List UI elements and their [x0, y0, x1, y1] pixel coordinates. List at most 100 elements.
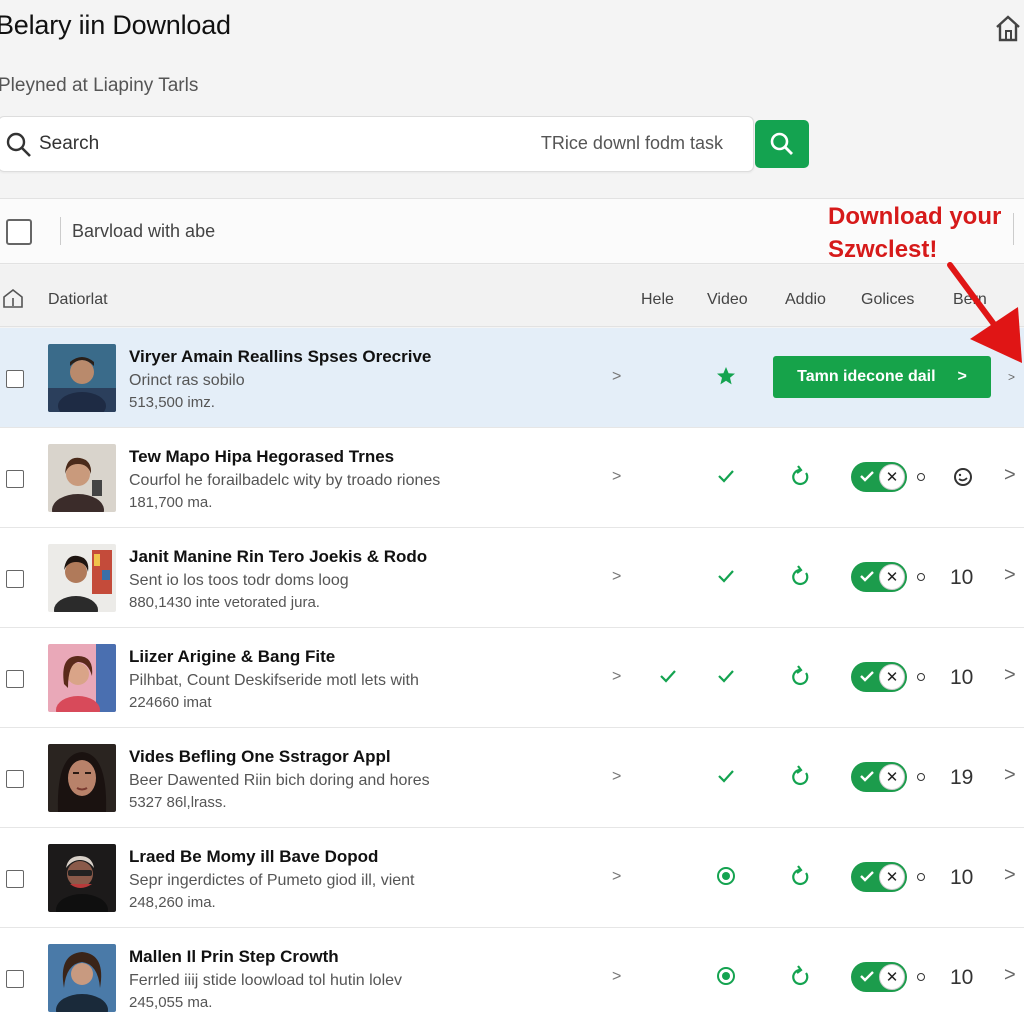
search-button[interactable]: [755, 120, 809, 168]
row-title: Janit Manine Rin Tero Joekis & Rodo: [129, 547, 428, 566]
table-row[interactable]: Lraed Be Momy ill Bave Dopod Sepr ingerd…: [0, 828, 1024, 928]
check-icon: [860, 871, 874, 882]
row-checkbox[interactable]: [6, 770, 24, 788]
video-thumbnail[interactable]: [48, 944, 116, 1012]
download-toggle[interactable]: ✕: [851, 562, 907, 592]
row-checkbox[interactable]: [6, 370, 24, 388]
video-thumbnail[interactable]: [48, 444, 116, 512]
chevron-right-icon[interactable]: >: [1004, 764, 1016, 787]
table-row[interactable]: Janit Manine Rin Tero Joekis & Rodo Sent…: [0, 528, 1024, 628]
item-count: 10: [950, 666, 974, 689]
star-icon[interactable]: [716, 366, 736, 386]
item-count: 10: [950, 566, 974, 589]
status-dot: [917, 673, 925, 681]
smile-icon[interactable]: [952, 466, 974, 488]
download-toggle[interactable]: ✕: [851, 862, 907, 892]
row-title: Mallen Il Prin Step Crowth: [129, 947, 339, 966]
home-icon: [996, 15, 1020, 42]
table-row[interactable]: Viryer Amain Reallins Spses Orecrive Ori…: [0, 328, 1024, 428]
chevron-right-icon: >: [957, 368, 967, 385]
radio-icon[interactable]: [716, 966, 736, 986]
video-thumbnail[interactable]: [48, 344, 116, 412]
chevron-right-icon[interactable]: >: [612, 368, 621, 386]
search-hint: TRice downl fodm task: [540, 133, 723, 153]
row-description: Sepr ingerdictes of Pumeto giod ill, vie…: [129, 872, 415, 889]
chevron-right-icon[interactable]: >: [1008, 370, 1015, 384]
bulk-download-label[interactable]: Barvload with abe: [72, 221, 215, 242]
chevron-right-icon[interactable]: >: [1004, 964, 1016, 987]
video-thumbnail[interactable]: [48, 844, 116, 912]
check-icon: [860, 771, 874, 782]
column-video[interactable]: Video: [707, 291, 748, 309]
select-all-checkbox[interactable]: [6, 219, 32, 245]
row-checkbox[interactable]: [6, 570, 24, 588]
row-description: Orinct ras sobilo: [129, 372, 245, 389]
chevron-right-icon[interactable]: >: [612, 868, 621, 886]
row-title: Liizer Arigine & Bang Fite: [129, 647, 336, 666]
video-thumbnail[interactable]: [48, 644, 116, 712]
refresh-icon[interactable]: [791, 565, 811, 587]
row-checkbox[interactable]: [6, 470, 24, 488]
search-input[interactable]: Search TRice downl fodm task: [0, 116, 754, 172]
refresh-icon[interactable]: [791, 665, 811, 687]
close-icon: ✕: [879, 764, 905, 790]
check-icon[interactable]: [716, 566, 736, 586]
download-toggle[interactable]: ✕: [851, 762, 907, 792]
table-row[interactable]: Liizer Arigine & Bang Fite Pilhbat, Coun…: [0, 628, 1024, 728]
table-row[interactable]: Vides Befling One Sstragor Appl Beer Daw…: [0, 728, 1024, 828]
video-thumbnail[interactable]: [48, 544, 116, 612]
chevron-right-icon[interactable]: >: [612, 668, 621, 686]
row-checkbox[interactable]: [6, 670, 24, 688]
download-toggle[interactable]: ✕: [851, 662, 907, 692]
chevron-right-icon[interactable]: >: [612, 768, 621, 786]
chevron-right-icon[interactable]: >: [1004, 464, 1016, 487]
home-button[interactable]: [992, 10, 1024, 46]
check-icon[interactable]: [716, 766, 736, 786]
row-checkbox[interactable]: [6, 970, 24, 988]
row-description: Sent io los toos todr doms loog: [129, 572, 349, 589]
item-count: 19: [950, 766, 974, 789]
download-toggle[interactable]: ✕: [851, 962, 907, 992]
page-title: Belary iin Download: [0, 10, 231, 40]
radio-icon[interactable]: [716, 866, 736, 886]
row-title: Lraed Be Momy ill Bave Dopod: [129, 847, 379, 866]
chevron-right-icon[interactable]: >: [1004, 664, 1016, 687]
status-dot: [917, 773, 925, 781]
row-size: 513,500 imz.: [129, 394, 215, 411]
chevron-right-icon[interactable]: >: [1004, 864, 1016, 887]
row-title: Vides Befling One Sstragor Appl: [129, 747, 391, 766]
chevron-right-icon[interactable]: >: [612, 468, 621, 486]
column-name[interactable]: Datiorlat: [48, 291, 108, 309]
row-size: 224660 imat: [129, 694, 212, 711]
column-golices[interactable]: Golices: [861, 291, 914, 309]
row-description: Beer Dawented Riin bich doring and hores: [129, 772, 430, 789]
close-icon: ✕: [879, 464, 905, 490]
column-audio[interactable]: Addio: [785, 291, 826, 309]
refresh-icon[interactable]: [791, 865, 811, 887]
home-icon: [3, 288, 23, 308]
status-dot: [917, 573, 925, 581]
table-row[interactable]: Tew Mapo Hipa Hegorased Trnes Courfol he…: [0, 428, 1024, 528]
refresh-icon[interactable]: [791, 465, 811, 487]
table-row[interactable]: Mallen Il Prin Step Crowth Ferrled iiij …: [0, 928, 1024, 1024]
callout-arrow-icon: [947, 262, 1022, 363]
row-checkbox[interactable]: [6, 870, 24, 888]
chevron-right-icon[interactable]: >: [1004, 564, 1016, 587]
video-thumbnail[interactable]: [48, 744, 116, 812]
download-toggle[interactable]: ✕: [851, 462, 907, 492]
check-icon[interactable]: [716, 466, 736, 486]
row-size: 245,055 ma.: [129, 994, 213, 1011]
chevron-right-icon[interactable]: >: [612, 568, 621, 586]
toolbar-divider: [1013, 213, 1014, 245]
check-icon: [860, 471, 874, 482]
column-hele[interactable]: Hele: [641, 291, 674, 309]
check-icon[interactable]: [658, 666, 678, 686]
table-header: Datiorlat Hele Video Addio Golices Bern: [0, 265, 1024, 327]
chevron-right-icon[interactable]: >: [612, 968, 621, 986]
refresh-icon[interactable]: [791, 765, 811, 787]
close-icon: ✕: [879, 564, 905, 590]
refresh-icon[interactable]: [791, 965, 811, 987]
download-button-label: Tamn idecone dail: [797, 368, 936, 385]
check-icon[interactable]: [716, 666, 736, 686]
callout-line-1: Download your: [828, 203, 1002, 230]
